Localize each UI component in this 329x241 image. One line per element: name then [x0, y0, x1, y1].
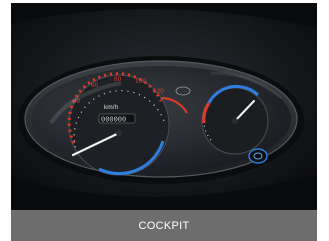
odometer-readout: 000000 [101, 117, 126, 125]
gallery-card[interactable]: 40 60 80 100 120 km/h 000000 COCKPIT [0, 0, 329, 241]
speedometer-dial: 4060 80 100 120 km/h 000000 [67, 72, 170, 176]
indicator-light-icon [248, 148, 268, 164]
svg-text:120: 120 [153, 88, 164, 95]
caption-bar: COCKPIT [11, 210, 317, 241]
cockpit-photo: 40 60 80 100 120 km/h 000000 [11, 3, 317, 210]
unit-label: km/h [104, 104, 118, 111]
svg-text:100: 100 [135, 78, 146, 85]
caption-text: COCKPIT [138, 219, 190, 232]
